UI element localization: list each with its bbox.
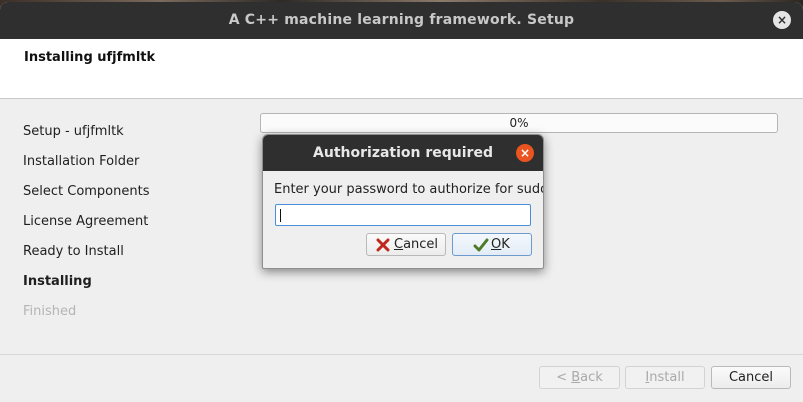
back-button-label: < Back — [556, 370, 603, 385]
dialog-ok-button[interactable]: OK — [452, 233, 532, 256]
step-installing: Installing — [23, 274, 92, 289]
dialog-close-button[interactable]: × — [516, 144, 534, 162]
cancel-button[interactable]: Cancel — [711, 366, 791, 389]
step-installation-folder: Installation Folder — [23, 154, 140, 169]
red-x-icon — [376, 238, 390, 252]
back-button[interactable]: < Back — [539, 366, 620, 389]
step-ready-to-install: Ready to Install — [23, 244, 124, 259]
dialog-cancel-label: Cancel — [394, 237, 439, 252]
password-prompt: Enter your password to authorize for sud… — [274, 182, 544, 197]
install-button-label: Install — [645, 370, 685, 385]
step-finished: Finished — [23, 304, 77, 319]
footer-divider — [0, 354, 803, 355]
install-progress-bar: 0% — [260, 113, 778, 133]
cancel-button-label: Cancel — [728, 370, 774, 385]
page-title: Installing ufjfmltk — [24, 50, 156, 65]
install-button[interactable]: Install — [625, 366, 705, 389]
password-input[interactable] — [275, 204, 531, 226]
progress-text: 0% — [509, 116, 529, 130]
dialog-cancel-button[interactable]: Cancel — [366, 233, 446, 256]
dialog-ok-label: OK — [491, 237, 510, 252]
window-titlebar[interactable]: A C++ machine learning framework. Setup … — [0, 2, 803, 39]
step-license-agreement: License Agreement — [23, 214, 149, 229]
window-close-button[interactable]: × — [773, 11, 791, 29]
dialog-titlebar[interactable]: Authorization required × — [263, 135, 543, 171]
page-header: Installing ufjfmltk — [0, 39, 803, 99]
step-select-components: Select Components — [23, 184, 150, 199]
step-setup: Setup - ufjfmltk — [23, 124, 124, 139]
window-title: A C++ machine learning framework. Setup — [228, 12, 575, 28]
dialog-title: Authorization required — [313, 145, 493, 161]
checkmark-icon — [473, 238, 489, 252]
authorization-dialog: Authorization required × Enter your pass… — [262, 134, 544, 269]
text-caret — [280, 209, 281, 222]
